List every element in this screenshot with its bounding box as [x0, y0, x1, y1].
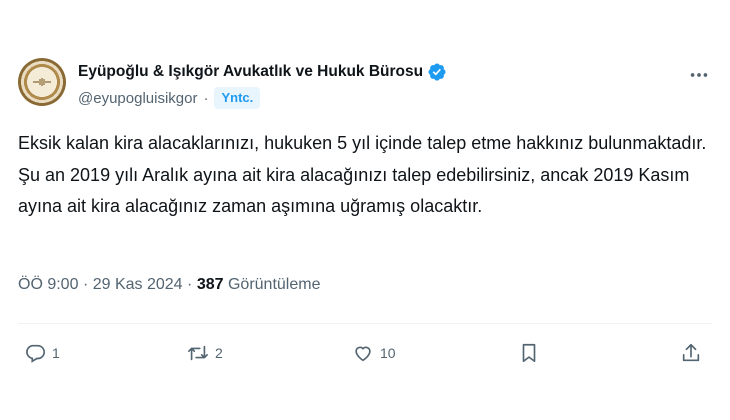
- retweet-count: 2: [215, 345, 223, 361]
- handle-separator: ·: [203, 89, 209, 107]
- tweet-date[interactable]: 29 Kas 2024: [93, 276, 183, 293]
- retweet-button[interactable]: 2: [187, 342, 223, 364]
- avatar[interactable]: [18, 58, 66, 106]
- share-icon: [682, 343, 700, 362]
- verified-icon[interactable]: [427, 62, 447, 82]
- reply-icon: [26, 344, 45, 363]
- bookmark-icon: [522, 343, 536, 363]
- like-count: 10: [380, 345, 396, 361]
- bookmark-button[interactable]: [518, 342, 540, 364]
- follow-badge: Yntc.: [214, 87, 261, 109]
- account-name[interactable]: Eyüpoğlu & Işıkgör Avukatlık ve Hukuk Bü…: [78, 63, 423, 81]
- reply-button[interactable]: 1: [24, 342, 60, 364]
- tweet-meta: ÖÖ 9:00 · 29 Kas 2024 · 387 Görüntüleme: [18, 276, 320, 294]
- divider: [18, 323, 712, 324]
- views-label: Görüntüleme: [227, 276, 321, 293]
- tweet-time[interactable]: ÖÖ 9:00: [18, 276, 78, 293]
- account-handle[interactable]: @eyupogluisikgor: [78, 90, 197, 107]
- retweet-icon: [188, 345, 208, 361]
- meta-separator: ·: [82, 276, 89, 293]
- share-button[interactable]: [680, 342, 702, 364]
- handle-row: @eyupogluisikgor · Yntc.: [78, 87, 261, 109]
- meta-separator: ·: [187, 276, 193, 293]
- views-count: 387: [196, 276, 224, 293]
- avatar-logo-icon: [33, 78, 51, 86]
- tweet-text: Eksik kalan kira alacaklarınızı, hukuken…: [18, 133, 707, 216]
- like-icon: [355, 346, 371, 362]
- reply-count: 1: [52, 345, 60, 361]
- like-button[interactable]: 10: [352, 342, 396, 364]
- account-name-row: Eyüpoğlu & Işıkgör Avukatlık ve Hukuk Bü…: [78, 62, 447, 82]
- more-icon[interactable]: [688, 64, 710, 86]
